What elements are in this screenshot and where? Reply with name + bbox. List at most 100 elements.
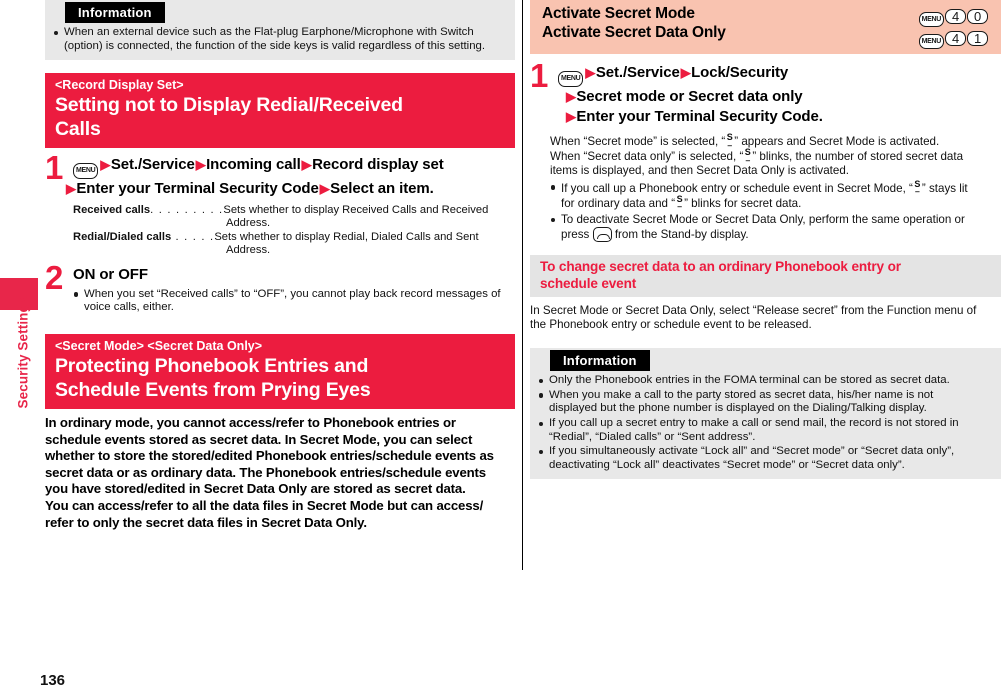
secret-lock-icon: S ⎯	[725, 133, 734, 150]
step-number: 1	[45, 149, 64, 187]
step-1-target-d: Enter your Terminal Security Code	[76, 180, 319, 198]
information-list: When an external device such as the Flat…	[45, 25, 515, 53]
bullet-icon	[539, 393, 544, 398]
secret-mode-note-2: To deactivate Secret Mode or Secret Data…	[550, 213, 1001, 243]
paragraph-line: whether to store the stored/edited Phone…	[45, 448, 494, 464]
information-item-line1: If you simultaneously activate “Lock all…	[549, 445, 955, 458]
information-box-right: Information Only the Phonebook entries i…	[530, 348, 1001, 480]
secret-lock-body: ⎯	[745, 155, 750, 165]
information-tag: Information	[65, 2, 165, 23]
menu-key-icon: MENU	[73, 163, 99, 180]
bullet-icon	[539, 421, 544, 426]
secret-lock-icon: S ⎯	[675, 194, 684, 212]
information-item-line2: (option) is connected, the function of t…	[64, 39, 486, 52]
arrow-icon: ▶	[680, 65, 691, 80]
arrow-icon: ▶	[566, 108, 576, 124]
right-step-target-a: Set./Service	[595, 64, 680, 81]
right-column: Activate Secret Mode Activate Secret Dat…	[530, 0, 1001, 480]
right-step-1-line-3: ▶Enter your Terminal Security Code.	[565, 107, 1001, 127]
information-list: Only the Phonebook entries in the FOMA t…	[530, 373, 1001, 472]
bullet-icon	[539, 378, 544, 384]
bullet-icon	[54, 30, 59, 35]
section-heading-secret-mode: <Secret Mode> <Secret Data Only> Protect…	[45, 334, 515, 409]
arrow-icon: ▶	[319, 181, 330, 197]
bullet-icon	[551, 217, 556, 222]
step-2-heading: ON or OFF	[73, 266, 148, 284]
end-call-key-icon	[592, 227, 612, 243]
definition-dots: . . . . .	[171, 230, 215, 243]
right-step-1-line-2: ▶Secret mode or Secret data only	[565, 87, 1001, 107]
definition-desc-cont: Address.	[226, 243, 271, 256]
note-1-seg-2: ” stays lit	[921, 181, 968, 195]
release-secret-line1: In Secret Mode or Secret Data Only, sele…	[530, 303, 977, 317]
step-1-target-a: Set./Service	[110, 156, 195, 174]
right-step-target-d: Enter your Terminal Security Code.	[576, 107, 823, 125]
arrow-icon: ▶	[100, 157, 111, 173]
information-item-line1: When you make a call to the party stored…	[549, 388, 934, 401]
chapter-tab-label: Security Settings	[15, 296, 31, 409]
step-2-note-line1: When you set “Received calls” to “OFF”, …	[84, 287, 488, 300]
note-1-seg-4: ” blinks for secret data.	[684, 196, 802, 210]
secret-mode-note-1: If you call up a Phonebook entry or sche…	[550, 179, 1001, 212]
definition-desc: Sets whether to display Redial, Dialed C…	[214, 230, 479, 243]
definition-dots: . . . . . . . . .	[150, 203, 224, 216]
right-step-1: 1 MENU ▶Set./Service▶Lock/Security ▶Secre…	[530, 59, 1001, 127]
explanation-line-1: When “Secret mode” is selected, “S ⎯” app…	[550, 133, 1001, 150]
information-item: When an external device such as the Flat…	[53, 26, 507, 53]
definition-desc: Sets whether to display Received Calls a…	[223, 203, 489, 216]
step-2: 2 ON or OFF	[45, 261, 515, 294]
note-2-seg-1: press	[561, 228, 590, 242]
information-item-line2: “Redial”, “Dialed calls” or “Sent addres…	[549, 430, 756, 443]
explanation-seg-3: When “Secret data only” is selected, “	[550, 150, 744, 164]
step-2-note: When you set “Received calls” to “OFF”, …	[73, 288, 515, 315]
function-title-line2: Activate Secret Data Only	[542, 24, 726, 41]
step-1-line-1: MENU ▶Set./Service▶Incoming call▶Record d…	[73, 155, 515, 180]
note-1-seg-3: for ordinary data and “	[561, 196, 676, 210]
digit-1-key-icon: 1	[967, 31, 988, 46]
explanation-seg-2: ” appears and Secret Mode is activated.	[734, 135, 940, 148]
secret-mode-paragraph: In ordinary mode, you cannot access/refe…	[45, 415, 515, 531]
bullet-icon	[74, 292, 79, 297]
function-title-line1: Activate Secret Mode	[542, 5, 695, 22]
arrow-icon: ▶	[66, 181, 76, 197]
information-item-line1: Only the Phonebook entries in the FOMA t…	[549, 374, 950, 387]
section-subtitle: <Secret Mode> <Secret Data Only>	[55, 339, 263, 353]
section-title-line1: Protecting Phonebook Entries and	[55, 355, 369, 377]
definition-row: Redial/Dialed calls . . . . .Sets whethe…	[73, 231, 515, 258]
secret-lock-body: ⎯	[915, 187, 920, 197]
information-tag: Information	[550, 350, 650, 372]
function-title-bar: Activate Secret Mode Activate Secret Dat…	[530, 0, 1001, 54]
left-column: Information When an external device such…	[45, 0, 515, 531]
secret-lock-body: ⎯	[677, 202, 682, 212]
paragraph-line: refer to only the secret data files in S…	[45, 514, 367, 530]
release-secret-line2: the Phonebook entry or schedule event to…	[530, 318, 812, 332]
right-step-target-b: Lock/Security	[691, 64, 789, 81]
digit-4-key-icon: 4	[945, 9, 966, 24]
step-1-target-e: Select an item.	[330, 180, 434, 198]
information-item: When you make a call to the party stored…	[538, 389, 993, 416]
menu-key-icon: MENU	[918, 34, 944, 49]
note-2-line-2: press from the Stand-by display.	[561, 227, 1001, 243]
secret-lock-icon: S ⎯	[743, 148, 752, 165]
information-item-line2: deactivating “Lock all” deactivates “Sec…	[549, 458, 905, 471]
subsection-heading-line2: schedule event	[540, 275, 637, 291]
right-step-1-line-1: MENU ▶Set./Service▶Lock/Security	[558, 63, 1001, 87]
information-item-line2: displayed but the phone number is displa…	[549, 402, 927, 415]
paragraph-line: You can access/refer to all the data fil…	[45, 497, 484, 513]
definition-row: Received calls. . . . . . . . .Sets whet…	[73, 204, 515, 231]
note-1-line-2: for ordinary data and “S ⎯” blinks for se…	[561, 194, 1001, 212]
shortcut-keys: MENU 4 0 MENU 4 1	[918, 4, 989, 49]
paragraph-line: In ordinary mode, you cannot access/refe…	[45, 415, 456, 430]
section-title-line1: Setting not to Display Redial/Received	[55, 94, 403, 117]
menu-key-icon: MENU	[558, 71, 584, 87]
bullet-icon	[539, 449, 544, 455]
bullet-icon	[551, 185, 556, 190]
information-item: Only the Phonebook entries in the FOMA t…	[538, 374, 993, 388]
information-item-line1: When an external device such as the Flat…	[64, 26, 474, 38]
column-divider	[522, 0, 523, 570]
secret-lock-body: ⎯	[727, 140, 732, 150]
shortcut-keys-row-1: MENU 4 0	[918, 5, 989, 27]
step-1-target-c: Record display set	[312, 156, 444, 174]
section-title-line2: Calls	[55, 117, 101, 140]
definition-term: Received calls	[73, 203, 151, 216]
